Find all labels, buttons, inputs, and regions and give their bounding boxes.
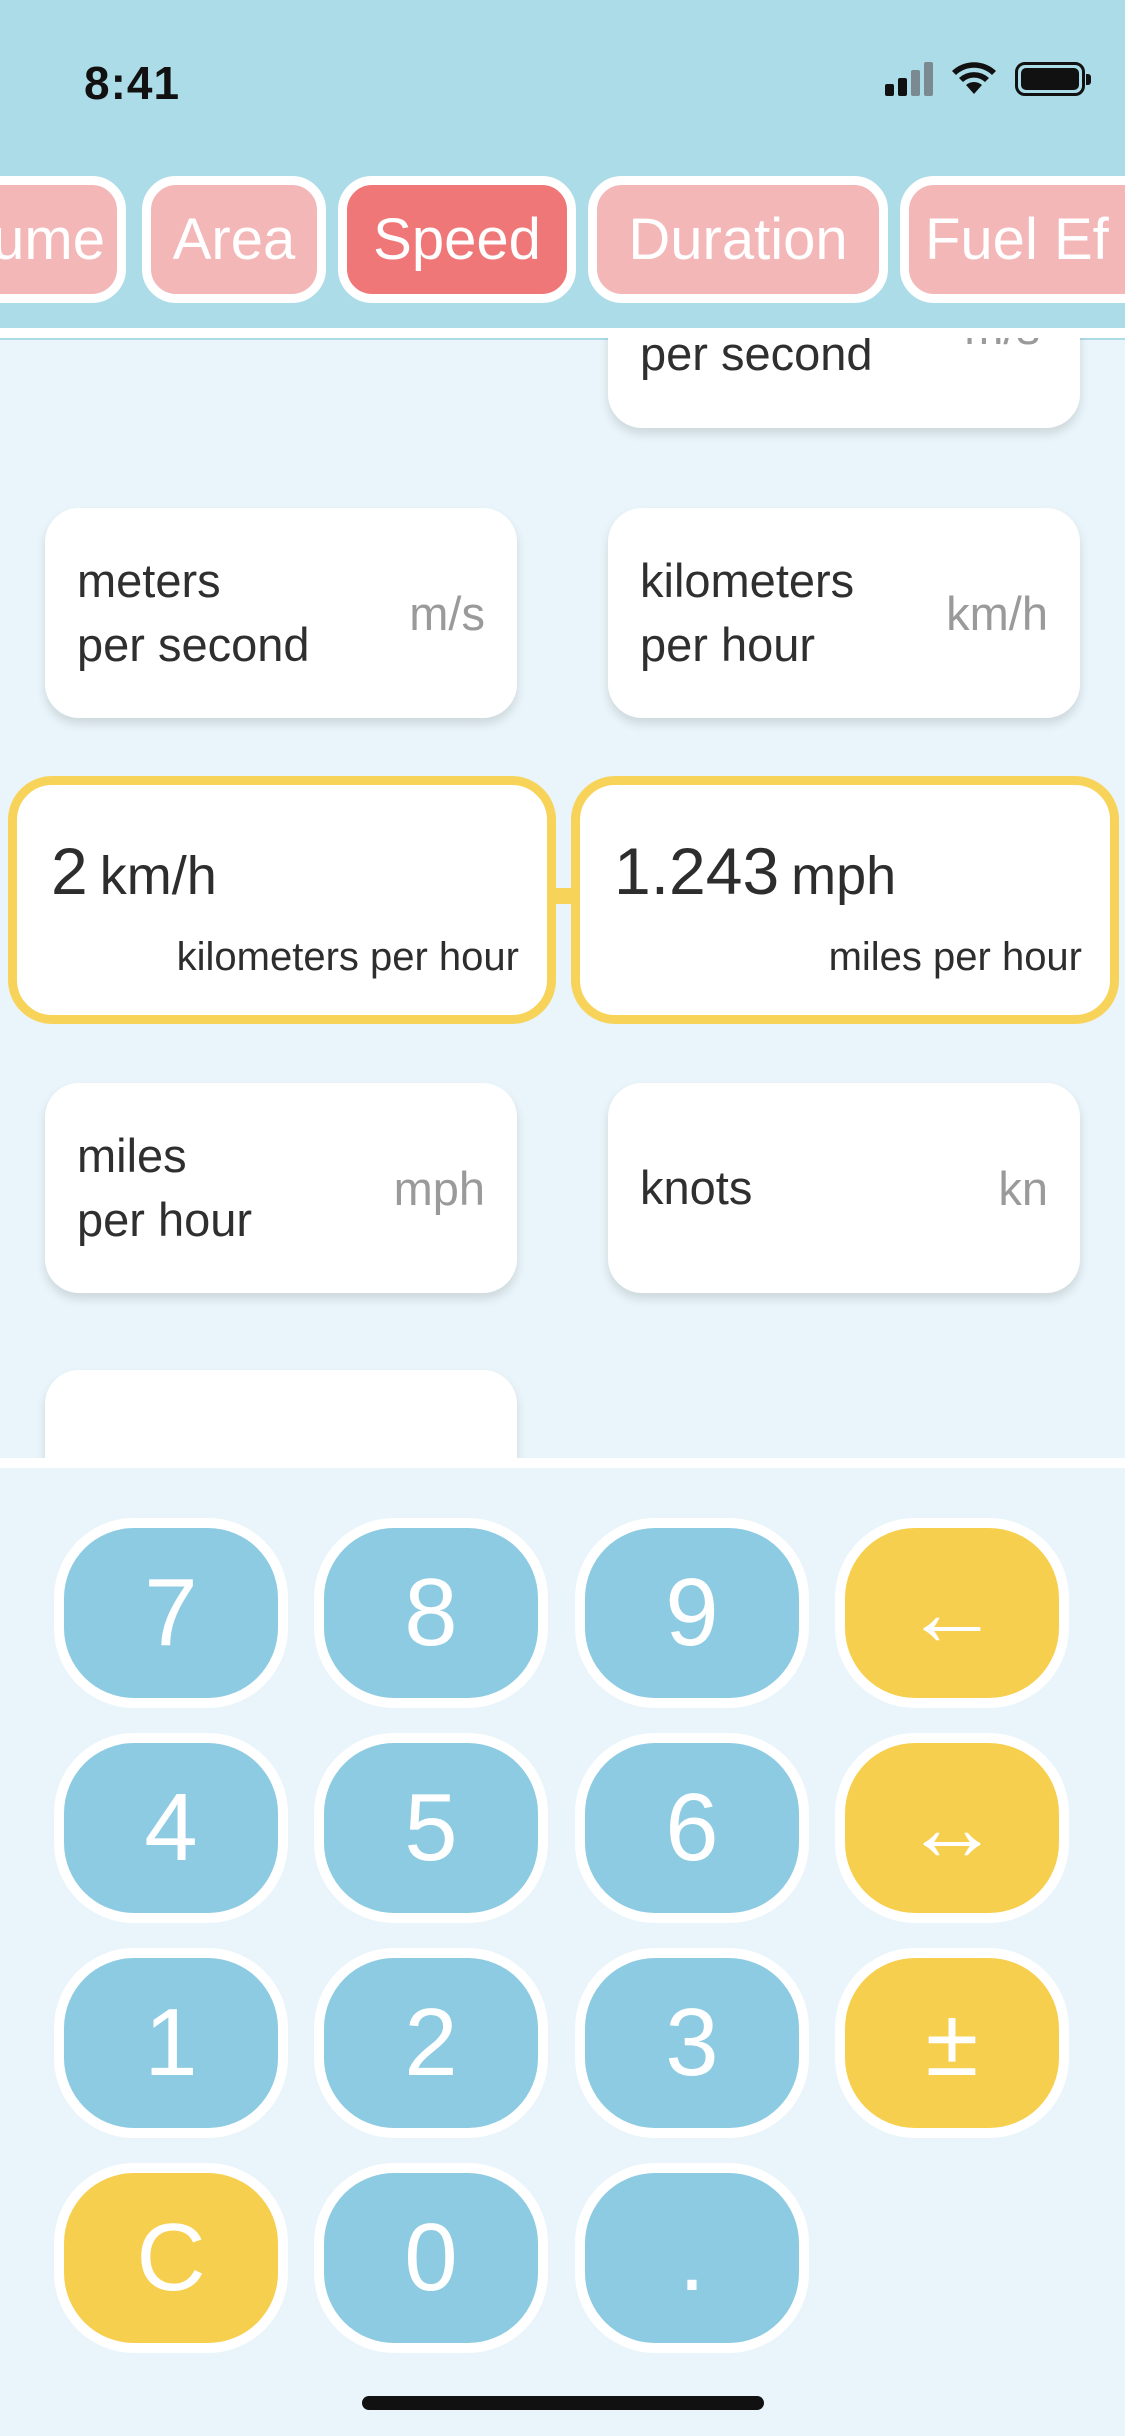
key-6[interactable]: 6 [575, 1733, 809, 1923]
key-8[interactable]: 8 [314, 1518, 548, 1708]
battery-icon [1015, 62, 1091, 96]
unit-card-partial-bottom[interactable] [45, 1370, 517, 1458]
key-2[interactable]: 2 [314, 1948, 548, 2138]
tab-fuel-efficiency[interactable]: Fuel Ef [900, 176, 1125, 303]
unit-name: miles per hour [77, 1129, 253, 1246]
backspace-button[interactable]: ← [835, 1518, 1069, 1708]
decimal-point-button[interactable]: . [575, 2163, 809, 2353]
from-unit-name: kilometers per hour [176, 935, 519, 979]
status-time: 8:41 [84, 57, 181, 109]
key-0[interactable]: 0 [314, 2163, 548, 2353]
key-9[interactable]: 9 [575, 1518, 809, 1708]
unit-abbr: kn [998, 1161, 1048, 1215]
status-icons [885, 62, 1091, 96]
tab-area[interactable]: Area [142, 176, 326, 303]
clear-button[interactable]: C [54, 2163, 288, 2353]
category-tabs: ume Area Speed Duration Fuel Ef [0, 176, 1125, 306]
key-4[interactable]: 4 [54, 1733, 288, 1923]
tab-duration[interactable]: Duration [588, 176, 888, 303]
wifi-icon [952, 62, 996, 94]
to-unit: mph [791, 846, 897, 906]
unit-card-knots[interactable]: knots kn [608, 1083, 1080, 1293]
keypad: 7 8 9 ← 4 5 6 ↔ 1 2 3 ± C 0 . [0, 1458, 1125, 2436]
sign-toggle-button[interactable]: ± [835, 1948, 1069, 2138]
to-value-card[interactable]: 1.243 mph miles per hour [571, 776, 1119, 1024]
to-value: 1.243 mph [614, 834, 897, 908]
to-unit-name: miles per hour [828, 935, 1082, 979]
unit-name: knots [640, 1161, 753, 1214]
unit-name: kilometers per hour [640, 554, 855, 671]
tab-divider [0, 328, 1125, 338]
from-value-card[interactable]: 2 km/h kilometers per hour [8, 776, 556, 1024]
swap-icon: ↔ [845, 1743, 1059, 1913]
backspace-icon: ← [845, 1528, 1059, 1698]
unit-abbr: km/h [946, 586, 1048, 640]
key-1[interactable]: 1 [54, 1948, 288, 2138]
unit-name: meters per second [77, 554, 310, 671]
unit-abbr: m/s [409, 586, 485, 640]
unit-card-partial[interactable]: per second m/s [608, 338, 1080, 428]
unit-list[interactable]: per second m/s meters per second m/s kil… [0, 338, 1125, 1458]
key-7[interactable]: 7 [54, 1518, 288, 1708]
key-3[interactable]: 3 [575, 1948, 809, 2138]
plus-minus-icon: ± [845, 1958, 1059, 2128]
unit-abbr: m/s [964, 338, 1040, 355]
unit-abbr: mph [393, 1161, 485, 1215]
from-unit: km/h [99, 846, 217, 906]
tab-volume[interactable]: ume [0, 176, 126, 303]
header: 8:41 ume Area Speed Duration Fuel Ef [0, 0, 1125, 340]
swap-button[interactable]: ↔ [835, 1733, 1069, 1923]
key-5[interactable]: 5 [314, 1733, 548, 1923]
from-value: 2 km/h [51, 834, 217, 908]
cellular-signal-icon [885, 62, 933, 96]
unit-card-meters-per-second[interactable]: meters per second m/s [45, 508, 517, 718]
unit-card-miles-per-hour[interactable]: miles per hour mph [45, 1083, 517, 1293]
unit-card-kilometers-per-hour[interactable]: kilometers per hour km/h [608, 508, 1080, 718]
home-indicator[interactable] [362, 2396, 764, 2410]
tab-speed[interactable]: Speed [338, 176, 576, 303]
